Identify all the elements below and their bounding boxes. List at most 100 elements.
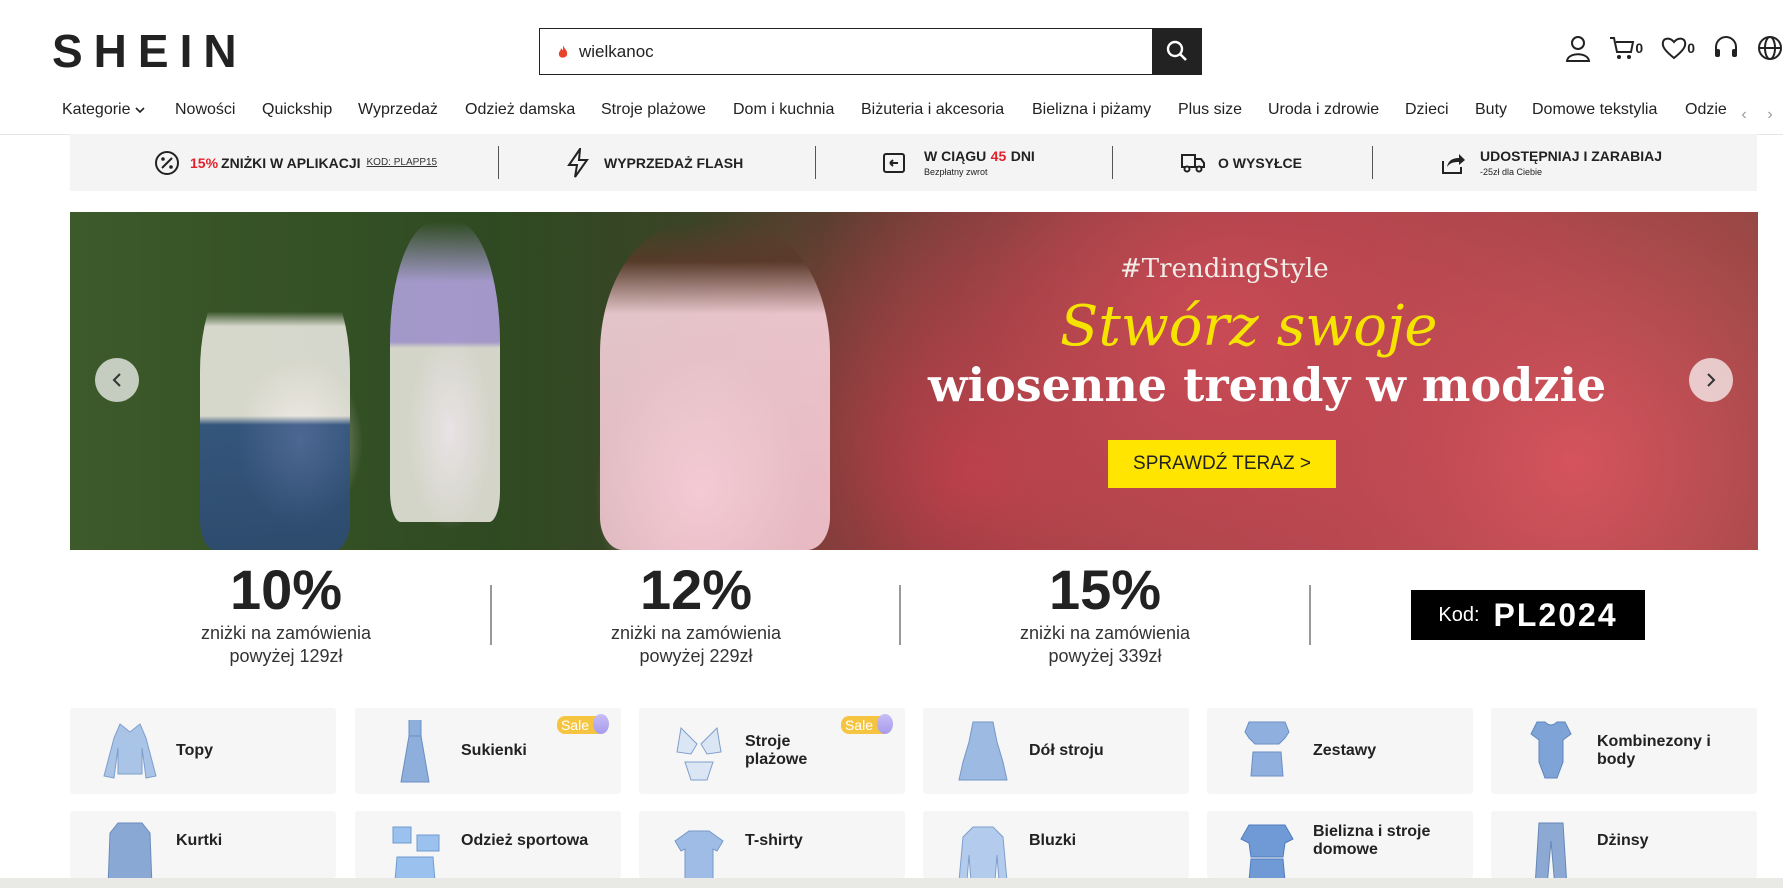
shipping-label: O WYSYŁCE: [1218, 154, 1303, 171]
category-label: Stroje plażowe: [745, 733, 808, 768]
divider: [1112, 146, 1113, 179]
nav-item-stroje-plazowe[interactable]: Stroje plażowe: [601, 101, 706, 119]
banner-prev-button[interactable]: [95, 358, 139, 402]
promo-code-value: PL2024: [1493, 596, 1618, 633]
category-tile-topy[interactable]: Topy: [70, 708, 336, 794]
globe-icon: [1758, 36, 1782, 60]
browser-bottom-bar: [0, 878, 1783, 888]
divider: [815, 146, 816, 179]
share-earn-benefit[interactable]: UDOSTĘPNIAJ I ZARABIAJ -25zł dla Ciebie: [1440, 134, 1662, 191]
share-icon: [1442, 153, 1465, 174]
category-tile-zestawy[interactable]: Zestawy: [1207, 708, 1473, 794]
blouse-thumbnail: [958, 826, 1008, 878]
nav-item-plus-size[interactable]: Plus size: [1178, 101, 1242, 119]
chevron-down-icon: [135, 107, 145, 114]
pajama-thumbnail: [1240, 824, 1294, 878]
banner-hashtag: #TrendingStyle: [1120, 254, 1329, 284]
easter-egg-icon: [877, 714, 893, 734]
nav-scroll-arrows: ‹ ›: [1731, 96, 1783, 134]
nav-item-dom-i-kuchnia[interactable]: Dom i kuchnia: [733, 101, 834, 119]
share-earn-label: UDOSTĘPNIAJ I ZARABIAJ: [1480, 148, 1663, 164]
nav-item-dzieci[interactable]: Dzieci: [1405, 101, 1449, 119]
shipping-benefit[interactable]: O WYSYŁCE: [1180, 134, 1302, 191]
category-label: Kombinezony i body: [1597, 733, 1711, 768]
category-tile-sukienki[interactable]: Sukienki Sale: [355, 708, 621, 794]
nav-item-domowe-tekstylia[interactable]: Domowe tekstylia: [1532, 101, 1657, 119]
category-label: Dżinsy: [1597, 832, 1649, 849]
nav-item-quickship[interactable]: Quickship: [262, 101, 332, 119]
header-tools: 0 0: [1547, 34, 1783, 62]
nav-item-wyprzedaz[interactable]: Wyprzedaż: [358, 101, 438, 119]
category-tile-kombinezony[interactable]: Kombinezony i body: [1491, 708, 1757, 794]
promo-line-2: powyżej 129zł: [229, 646, 343, 666]
hero-banner[interactable]: #TrendingStyle Stwórz swoje wiosenne tre…: [70, 212, 1758, 550]
language-button[interactable]: [1757, 35, 1783, 61]
category-tile-kurtki[interactable]: Kurtki: [70, 811, 336, 878]
category-tile-bielizna[interactable]: Bielizna i stroje domowe: [1207, 811, 1473, 878]
return-subtext: Bezpłatny zwrot: [924, 167, 988, 177]
nav-item-kategorie[interactable]: Kategorie: [62, 101, 145, 119]
nav-next-icon[interactable]: ›: [1767, 106, 1772, 124]
promo-line-2: powyżej 339zł: [1048, 646, 1162, 666]
nav-item-buty[interactable]: Buty: [1475, 101, 1507, 119]
app-discount-benefit[interactable]: 15% ZNIŻKI W APLIKACJI KOD: PLAPP15: [154, 134, 437, 191]
nav-item-bielizna[interactable]: Bielizna i piżamy: [1032, 101, 1151, 119]
promo-tier-1: 10% zniżki na zamówienia powyżej 129zł: [126, 558, 446, 668]
return-days: 45: [990, 148, 1007, 164]
cart-icon: [1610, 37, 1635, 59]
heart-icon: [1661, 37, 1687, 60]
category-label: Zestawy: [1313, 742, 1377, 759]
category-label: T-shirty: [745, 832, 803, 849]
category-nav: Kategorie Nowości Quickship Wyprzedaż Od…: [0, 96, 1783, 135]
easter-egg-icon: [593, 714, 609, 734]
headset-icon: [1715, 35, 1737, 57]
trending-fire-icon: [557, 44, 571, 59]
jacket-thumbnail: [107, 822, 153, 878]
nav-item-uroda[interactable]: Uroda i zdrowie: [1268, 101, 1379, 119]
category-tile-odziez-sportowa[interactable]: Odzież sportowa: [355, 811, 621, 878]
category-tile-bluzki[interactable]: Bluzki: [923, 811, 1189, 878]
banner-script-text: Stwórz swoje: [1060, 294, 1438, 359]
wishlist-count: 0: [1687, 40, 1695, 56]
nav-item-bizuteria[interactable]: Biżuteria i akcesoria: [861, 101, 1004, 119]
percent-badge-icon: [155, 150, 179, 175]
jeans-thumbnail: [1535, 822, 1567, 878]
account-button[interactable]: [1565, 34, 1591, 62]
sportswear-thumbnail: [392, 826, 440, 878]
banner-headline: wiosenne trendy w modzie: [928, 358, 1607, 412]
free-return-benefit[interactable]: W CIĄGU 45 DNI Bezpłatny zwrot: [882, 134, 1035, 191]
shein-logo[interactable]: SHEIN: [52, 24, 248, 78]
search-button[interactable]: [1151, 27, 1202, 75]
category-tile-dzinsy[interactable]: Dżinsy: [1491, 811, 1757, 878]
promo-percent: 12%: [639, 558, 753, 621]
category-label: Bielizna i stroje domowe: [1313, 823, 1431, 858]
category-tile-t-shirty[interactable]: T-shirty: [639, 811, 905, 878]
promo-line-1: zniżki na zamówienia: [200, 623, 372, 643]
dress-thumbnail: [400, 720, 430, 783]
category-label: Dół stroju: [1029, 742, 1104, 759]
banner-next-button[interactable]: [1689, 358, 1733, 402]
app-discount-text: ZNIŻKI W APLIKACJI: [221, 154, 361, 171]
app-discount-percent: 15%: [190, 154, 219, 171]
nav-item-odziez-meska[interactable]: Odzie: [1685, 101, 1727, 119]
nav-item-odziez-damska[interactable]: Odzież damska: [465, 101, 575, 119]
category-tile-dol-stroju[interactable]: Dół stroju: [923, 708, 1189, 794]
category-label: Odzież sportowa: [461, 832, 589, 849]
search-input[interactable]: [577, 30, 1141, 73]
wishlist-button[interactable]: 0: [1661, 36, 1695, 60]
benefits-strip: 15% ZNIŻKI W APLIKACJI KOD: PLAPP15 WYPR…: [70, 134, 1757, 191]
flash-sale-benefit[interactable]: WYPRZEDAŻ FLASH: [566, 134, 743, 191]
divider: [1372, 146, 1373, 179]
category-tile-stroje-plazowe[interactable]: Stroje plażowe Sale: [639, 708, 905, 794]
banner-cta-button[interactable]: SPRAWDŹ TERAZ >: [1108, 440, 1336, 488]
return-label-pre: W CIĄGU: [924, 148, 987, 164]
return-label-post: DNI: [1010, 148, 1035, 164]
support-button[interactable]: [1713, 35, 1739, 61]
swimsuit-thumbnail: [676, 726, 722, 781]
cart-button[interactable]: 0: [1609, 35, 1643, 61]
nav-prev-icon[interactable]: ‹: [1741, 106, 1746, 124]
tshirt-thumbnail: [674, 830, 724, 878]
promo-divider: [899, 585, 901, 645]
nav-item-nowosci[interactable]: Nowości: [175, 101, 235, 119]
category-label: Topy: [176, 742, 214, 759]
